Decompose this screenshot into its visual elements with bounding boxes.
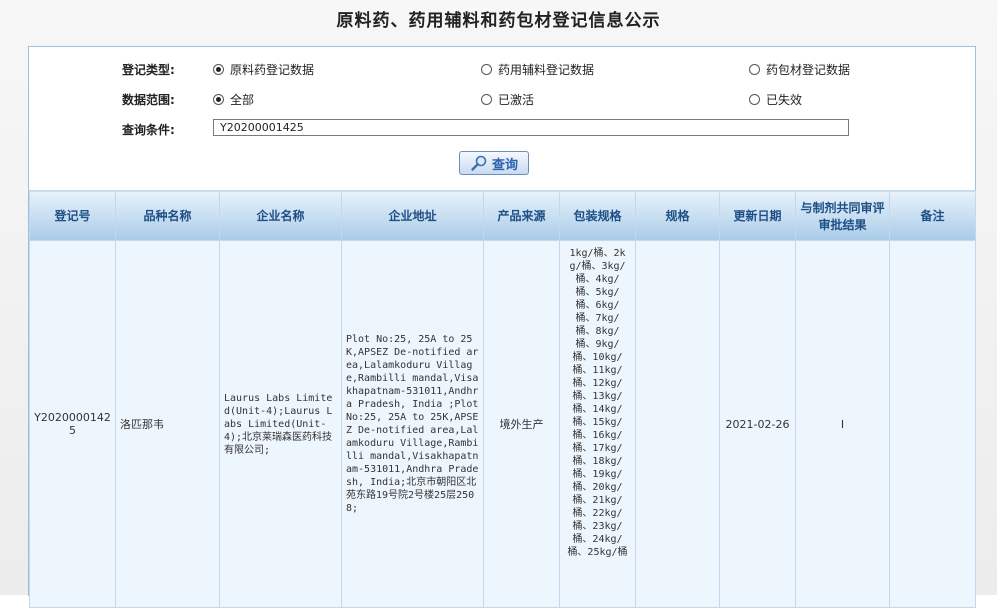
table-header-row: 登记号 品种名称 企业名称 企业地址 产品来源 包装规格 规格 更新日期 与制剂…: [29, 190, 976, 241]
type-option-label: 原料药登记数据: [230, 63, 315, 77]
header-remark: 备注: [889, 190, 976, 241]
type-option-api[interactable]: 原料药登记数据: [213, 61, 314, 78]
scope-option-inactive[interactable]: 已失效: [749, 91, 802, 108]
cell-package: 1kg/桶、2kg/桶、3kg/桶、4kg/桶、5kg/桶、6kg/桶、7kg/…: [559, 240, 636, 608]
scope-label: 数据范围:: [122, 93, 175, 107]
type-option-packaging[interactable]: 药包材登记数据: [749, 61, 850, 78]
type-option-label: 药包材登记数据: [766, 63, 851, 77]
header-review-result: 与制剂共同审评审批结果: [795, 190, 890, 241]
cell-updated: 2021-02-26: [719, 240, 796, 608]
type-option-excipient[interactable]: 药用辅料登记数据: [481, 61, 594, 78]
package-text: 1kg/桶、2kg/桶、3kg/桶、4kg/桶、5kg/桶、6kg/桶、7kg/…: [567, 248, 628, 558]
header-variety: 品种名称: [115, 190, 220, 241]
query-label: 查询条件:: [122, 123, 175, 137]
radio-checked-icon[interactable]: [213, 94, 224, 105]
scope-option-label: 全部: [230, 93, 255, 107]
cell-address: Plot No:25, 25A to 25K,APSEZ De-notified…: [341, 240, 484, 608]
type-label: 登记类型:: [122, 63, 175, 77]
header-source: 产品来源: [483, 190, 560, 241]
header-package: 包装规格: [559, 190, 636, 241]
search-button[interactable]: 查询: [459, 151, 529, 175]
header-company: 企业名称: [219, 190, 342, 241]
search-panel: 登记类型: 原料药登记数据 药用辅料登记数据 药包材登记数据 数据范围: 全部 …: [28, 46, 976, 608]
scope-option-label: 已激活: [498, 93, 535, 107]
page-title: 原料药、药用辅料和药包材登记信息公示: [336, 11, 661, 31]
header-address: 企业地址: [341, 190, 484, 241]
cell-company: Laurus Labs Limited(Unit-4);Laurus Labs …: [219, 240, 342, 608]
scope-option-active[interactable]: 已激活: [481, 91, 534, 108]
cell-spec: [635, 240, 720, 608]
cell-variety: 洛匹那韦: [115, 240, 220, 608]
radio-icon[interactable]: [481, 64, 492, 75]
header-spec: 规格: [635, 190, 720, 241]
table-row: Y20200001425 洛匹那韦 Laurus Labs Limited(Un…: [29, 240, 976, 608]
magnifier-icon: [471, 155, 487, 171]
search-button-label: 查询: [491, 157, 518, 173]
cell-reg-no: Y20200001425: [29, 240, 116, 608]
scope-option-all[interactable]: 全部: [213, 91, 254, 108]
cell-review-result: I: [795, 240, 890, 608]
header-updated: 更新日期: [719, 190, 796, 241]
results-table: 登记号 品种名称 企业名称 企业地址 产品来源 包装规格 规格 更新日期 与制剂…: [29, 190, 976, 608]
cell-remark: [889, 240, 976, 608]
radio-checked-icon[interactable]: [213, 64, 224, 75]
header-reg-no: 登记号: [29, 190, 116, 241]
radio-icon[interactable]: [749, 94, 760, 105]
cell-source: 境外生产: [483, 240, 560, 608]
radio-icon[interactable]: [749, 64, 760, 75]
scope-option-label: 已失效: [766, 93, 803, 107]
radio-icon[interactable]: [481, 94, 492, 105]
type-option-label: 药用辅料登记数据: [498, 63, 595, 77]
query-input[interactable]: [213, 119, 849, 136]
